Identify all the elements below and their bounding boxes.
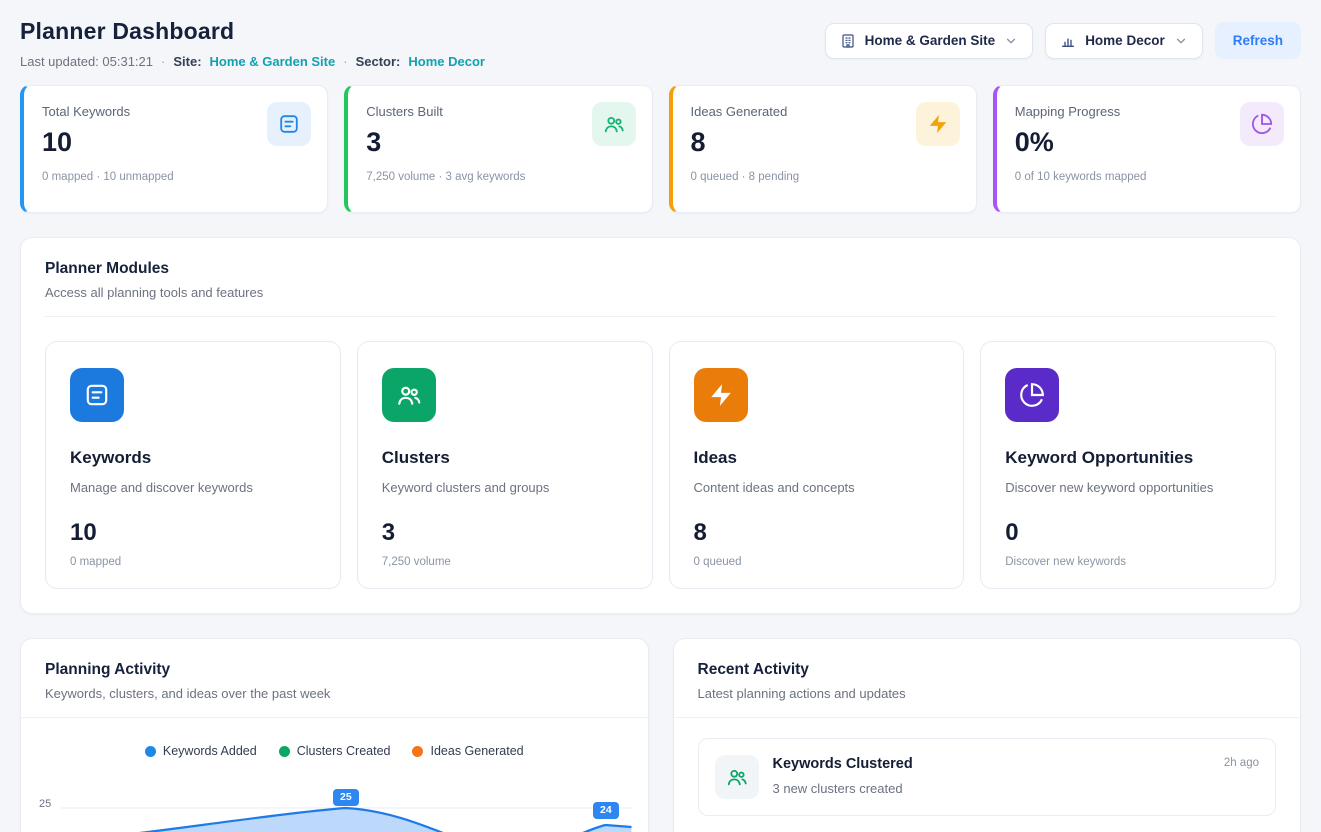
legend-label: Keywords Added — [163, 744, 257, 758]
module-card-keyword-opportunities[interactable]: Keyword Opportunities Discover new keywo… — [980, 341, 1276, 589]
module-subtext: Discover new keywords — [1005, 556, 1251, 568]
recent-item-timestamp: 2h ago — [1224, 755, 1259, 769]
bottom-row: Planning Activity Keywords, clusters, an… — [20, 638, 1301, 832]
module-description: Content ideas and concepts — [694, 480, 940, 495]
module-card-ideas[interactable]: Ideas Content ideas and concepts 8 0 que… — [669, 341, 965, 589]
chevron-down-icon — [1004, 34, 1018, 48]
header-controls: Home & Garden Site Home Decor Refresh — [825, 18, 1301, 59]
document-icon — [267, 102, 311, 146]
module-description: Keyword clusters and groups — [382, 480, 628, 495]
zap-icon — [694, 368, 748, 422]
document-icon — [70, 368, 124, 422]
site-link[interactable]: Home & Garden Site — [210, 54, 336, 69]
site-selector-value: Home & Garden Site — [865, 33, 996, 48]
zap-icon — [916, 102, 960, 146]
module-title: Keywords — [70, 448, 316, 468]
users-icon — [382, 368, 436, 422]
recent-item-texts: Keywords Clustered 3 new clusters create… — [773, 755, 1210, 796]
stat-card-total-keywords: Total Keywords 10 0 mapped · 10 unmapped — [20, 85, 328, 213]
section-subtitle: Latest planning actions and updates — [698, 686, 1277, 701]
stat-subtext: 0 mapped · 10 unmapped — [42, 171, 309, 183]
stat-subtext: 0 queued · 8 pending — [691, 171, 958, 183]
module-subtext: 0 queued — [694, 556, 940, 568]
module-title: Ideas — [694, 448, 940, 468]
legend-item-keywords-added: Keywords Added — [145, 744, 257, 758]
building-icon — [840, 33, 856, 49]
stats-row: Total Keywords 10 0 mapped · 10 unmapped… — [20, 85, 1301, 213]
users-icon — [592, 102, 636, 146]
module-value: 10 — [70, 519, 316, 547]
planning-activity-header: Planning Activity Keywords, clusters, an… — [21, 639, 648, 718]
legend-dot-orange — [412, 746, 423, 757]
legend-dot-blue — [145, 746, 156, 757]
module-value: 3 — [382, 519, 628, 547]
stat-card-mapping-progress: Mapping Progress 0% 0 of 10 keywords map… — [993, 85, 1301, 213]
legend-label: Clusters Created — [297, 744, 391, 758]
planner-modules-section: Planner Modules Access all planning tool… — [20, 237, 1301, 614]
page-subtitle: Last updated: 05:31:21 · Site: Home & Ga… — [20, 54, 485, 69]
data-point-label: 25 — [333, 789, 359, 806]
area-chart: 25 25 24 — [37, 770, 632, 832]
users-icon — [715, 755, 759, 799]
page-title: Planner Dashboard — [20, 18, 485, 45]
sector-selector-value: Home Decor — [1085, 33, 1165, 48]
stat-subtext: 7,250 volume · 3 avg keywords — [366, 171, 633, 183]
legend-item-clusters-created: Clusters Created — [279, 744, 391, 758]
legend-dot-green — [279, 746, 290, 757]
recent-activity-header: Recent Activity Latest planning actions … — [674, 639, 1301, 718]
separator: · — [343, 54, 347, 69]
recent-activity-item: Keywords Clustered 3 new clusters create… — [698, 738, 1277, 816]
planner-modules-header: Planner Modules Access all planning tool… — [45, 260, 1276, 317]
planning-activity-card: Planning Activity Keywords, clusters, an… — [20, 638, 649, 832]
legend-label: Ideas Generated — [430, 744, 523, 758]
section-title: Recent Activity — [698, 661, 1277, 679]
recent-item-description: 3 new clusters created — [773, 781, 1210, 796]
topbar: Planner Dashboard Last updated: 05:31:21… — [20, 18, 1301, 69]
module-card-clusters[interactable]: Clusters Keyword clusters and groups 3 7… — [357, 341, 653, 589]
chart-legend: Keywords Added Clusters Created Ideas Ge… — [21, 744, 648, 758]
section-subtitle: Keywords, clusters, and ideas over the p… — [45, 686, 624, 701]
site-selector-dropdown[interactable]: Home & Garden Site — [825, 23, 1034, 59]
module-description: Discover new keyword opportunities — [1005, 480, 1251, 495]
refresh-button[interactable]: Refresh — [1215, 22, 1301, 59]
module-title: Clusters — [382, 448, 628, 468]
module-description: Manage and discover keywords — [70, 480, 316, 495]
stat-subtext: 0 of 10 keywords mapped — [1015, 171, 1282, 183]
header-titles: Planner Dashboard Last updated: 05:31:21… — [20, 18, 485, 69]
recent-item-title: Keywords Clustered — [773, 755, 1210, 773]
pie-chart-icon — [1005, 368, 1059, 422]
modules-grid: Keywords Manage and discover keywords 10… — [45, 341, 1276, 589]
pie-chart-icon — [1240, 102, 1284, 146]
section-title: Planner Modules — [45, 260, 1276, 278]
module-title: Keyword Opportunities — [1005, 448, 1251, 468]
sector-link[interactable]: Home Decor — [408, 54, 485, 69]
section-subtitle: Access all planning tools and features — [45, 285, 1276, 300]
recent-activity-card: Recent Activity Latest planning actions … — [673, 638, 1302, 832]
sector-selector-dropdown[interactable]: Home Decor — [1045, 23, 1203, 59]
section-title: Planning Activity — [45, 661, 624, 679]
data-point-label: 24 — [593, 802, 619, 819]
last-updated: Last updated: 05:31:21 — [20, 54, 153, 69]
module-card-keywords[interactable]: Keywords Manage and discover keywords 10… — [45, 341, 341, 589]
module-subtext: 7,250 volume — [382, 556, 628, 568]
site-label: Site: — [173, 54, 201, 69]
separator: · — [161, 54, 165, 69]
chevron-down-icon — [1174, 34, 1188, 48]
bar-chart-icon — [1060, 33, 1076, 49]
module-subtext: 0 mapped — [70, 556, 316, 568]
sector-label: Sector: — [356, 54, 401, 69]
stat-card-clusters-built: Clusters Built 3 7,250 volume · 3 avg ke… — [344, 85, 652, 213]
stat-card-ideas-generated: Ideas Generated 8 0 queued · 8 pending — [669, 85, 977, 213]
y-axis-tick: 25 — [39, 798, 51, 810]
module-value: 8 — [694, 519, 940, 547]
module-value: 0 — [1005, 519, 1251, 547]
legend-item-ideas-generated: Ideas Generated — [412, 744, 523, 758]
